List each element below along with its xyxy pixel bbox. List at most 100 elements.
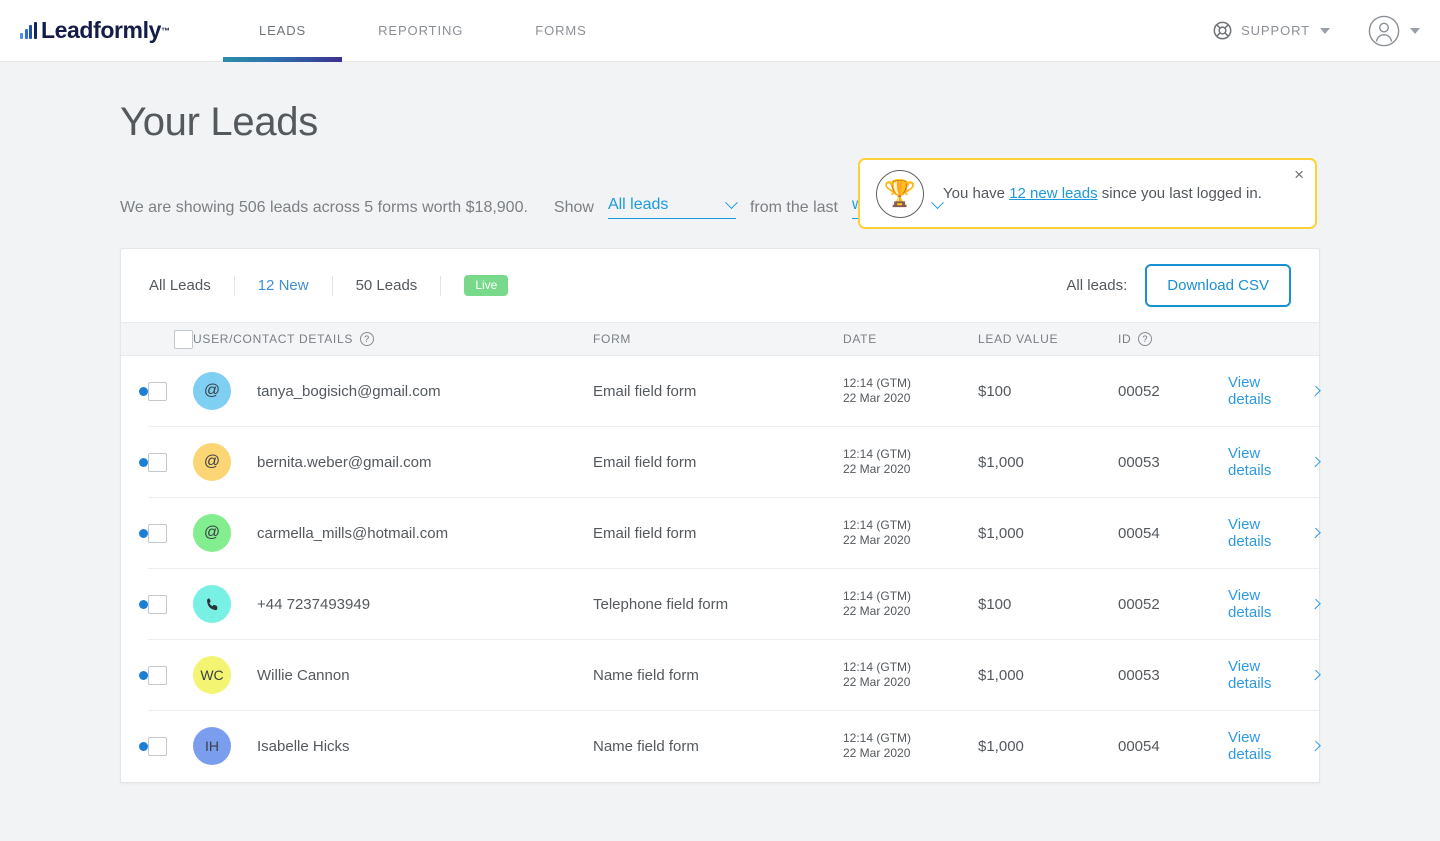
leads-tabs: All Leads 12 New 50 Leads Live — [149, 275, 509, 296]
unread-indicator-cell — [121, 711, 148, 782]
lead-value: $100 — [978, 595, 1012, 613]
header-date-label: DATE — [843, 332, 877, 346]
tab-50-leads[interactable]: 50 Leads — [333, 277, 441, 294]
lead-id-value: 00054 — [1118, 737, 1160, 755]
form-value: Email field form — [593, 382, 697, 400]
view-details-link[interactable]: View details — [1228, 729, 1321, 763]
form-cell: Name field form — [593, 639, 843, 711]
unread-indicator-cell — [121, 569, 148, 640]
lead-id-value: 00054 — [1118, 524, 1160, 542]
form-value: Telephone field form — [593, 595, 729, 613]
contact-cell: WC Willie Cannon — [193, 639, 593, 711]
row-select-cell — [148, 426, 193, 498]
trophy-glyph: 🏆 — [883, 178, 917, 208]
download-csv-button[interactable]: Download CSV — [1145, 264, 1291, 307]
contact-cell: +44 7237493949 — [193, 568, 593, 640]
logo[interactable]: Leadformly ™ — [20, 0, 170, 62]
download-group: All leads: Download CSV — [1066, 264, 1291, 307]
chevron-right-icon — [1310, 669, 1321, 681]
view-details-link[interactable]: View details — [1228, 374, 1321, 408]
row-select-cell — [148, 356, 193, 427]
row-checkbox[interactable] — [148, 381, 167, 401]
help-icon[interactable]: ? — [360, 332, 375, 346]
header-form: FORM — [593, 323, 843, 356]
tab-new-leads[interactable]: 12 New — [235, 277, 332, 294]
row-select-cell — [148, 568, 193, 640]
nav-right-group: SUPPORT — [1213, 15, 1420, 47]
leads-card-toolbar: All Leads 12 New 50 Leads Live All leads… — [121, 249, 1319, 322]
leads-card: All Leads 12 New 50 Leads Live All leads… — [120, 248, 1321, 783]
form-value: Email field form — [593, 524, 697, 542]
date-cell: 12:14 (GTM) 22 Mar 2020 — [843, 710, 978, 782]
view-details-label: View details — [1228, 587, 1272, 621]
help-icon[interactable]: ? — [1138, 332, 1153, 346]
row-checkbox[interactable] — [148, 452, 167, 472]
row-select-cell — [148, 639, 193, 711]
contact-value: Isabelle Hicks — [257, 737, 350, 755]
nav-item-leads-label: LEADS — [258, 23, 307, 38]
table-row[interactable]: @ bernita.weber@gmail.com Email field form… — [121, 426, 1321, 498]
view-details-link[interactable]: View details — [1228, 516, 1321, 550]
banner-message: You have 12 new leads since you last log… — [943, 185, 1262, 202]
unread-dot-icon — [139, 386, 148, 396]
account-menu[interactable] — [1368, 15, 1420, 47]
row-checkbox[interactable] — [148, 665, 167, 685]
lead-id-value: 00052 — [1118, 382, 1160, 400]
close-icon[interactable]: × — [1294, 166, 1304, 183]
view-details-link[interactable]: View details — [1228, 658, 1321, 692]
header-form-label: FORM — [593, 332, 632, 346]
lead-value: $1,000 — [978, 524, 1024, 542]
row-checkbox[interactable] — [148, 523, 167, 543]
table-row[interactable]: WC Willie Cannon Name field form 12:14 (GTM… — [121, 639, 1321, 711]
table-row[interactable]: @ carmella_mills@hotmail.com Email field f… — [121, 497, 1321, 569]
header-lead-value-label: LEAD VALUE — [978, 332, 1059, 346]
lead-id-cell: 00052 — [1118, 568, 1228, 640]
nav-item-forms[interactable]: FORMS — [499, 0, 622, 62]
leads-summary-text: We are showing 506 leads across 5 forms … — [120, 199, 528, 216]
contact-value: tanya_bogisich@gmail.com — [257, 382, 441, 400]
live-status-badge: Live — [464, 275, 509, 296]
lead-value-cell: $1,000 — [978, 710, 1118, 782]
form-cell: Telephone field form — [593, 568, 843, 640]
date-time-value: 12:14 (GTM) — [843, 376, 912, 390]
table-row[interactable]: @ tanya_bogisich@gmail.com Email field for… — [121, 356, 1321, 427]
actions-cell: View details — [1228, 710, 1321, 782]
tab-all-leads[interactable]: All Leads — [149, 277, 234, 294]
row-checkbox[interactable] — [148, 594, 167, 614]
leads-filter-dropdown[interactable]: All leads — [607, 195, 738, 219]
support-menu[interactable]: SUPPORT — [1213, 21, 1330, 40]
lead-id-cell: 00053 — [1118, 639, 1228, 711]
new-leads-link[interactable]: 12 new leads — [1009, 185, 1097, 202]
view-details-link[interactable]: View details — [1228, 445, 1321, 479]
trophy-icon: 🏆 — [876, 169, 924, 218]
lead-id-value: 00053 — [1118, 453, 1160, 471]
avatar-glyph: @ — [203, 453, 221, 470]
view-details-label: View details — [1228, 658, 1272, 692]
lead-value-cell: $1,000 — [978, 426, 1118, 498]
header-user-contact-label: USER/CONTACT DETAILS — [193, 332, 354, 346]
lead-value: $1,000 — [978, 666, 1024, 684]
unread-dot-icon — [139, 599, 148, 609]
table-row[interactable]: IH Isabelle Hicks Name field form 12:14 (GT… — [121, 710, 1321, 782]
chevron-right-icon — [1310, 598, 1321, 610]
actions-cell: View details — [1228, 568, 1321, 640]
table-row[interactable]: +44 7237493949 Telephone field form 12:14 … — [121, 568, 1321, 640]
tab-new-leads-label: 12 New — [257, 277, 309, 294]
leads-table-header: USER/CONTACT DETAILS ? FORM DATE LEAD VA… — [121, 322, 1319, 356]
contact-cell: @ bernita.weber@gmail.com — [193, 426, 593, 498]
date-cell: 12:14 (GTM) 22 Mar 2020 — [843, 497, 978, 569]
chevron-right-icon — [1310, 741, 1321, 752]
select-all-checkbox[interactable] — [174, 329, 193, 349]
view-details-link[interactable]: View details — [1228, 587, 1321, 621]
nav-item-leads[interactable]: LEADS — [222, 0, 343, 62]
lead-value: $1,000 — [978, 453, 1024, 471]
row-checkbox[interactable] — [148, 736, 167, 756]
nav-item-reporting[interactable]: REPORTING — [342, 0, 499, 62]
date-cell: 12:14 (GTM) 22 Mar 2020 — [843, 568, 978, 640]
actions-cell: View details — [1228, 639, 1321, 711]
lead-id-value: 00053 — [1118, 666, 1160, 684]
logo-bars-icon — [20, 22, 38, 39]
show-label: Show — [553, 199, 594, 216]
tab-divider — [440, 275, 442, 296]
unread-indicator-cell — [121, 640, 148, 711]
